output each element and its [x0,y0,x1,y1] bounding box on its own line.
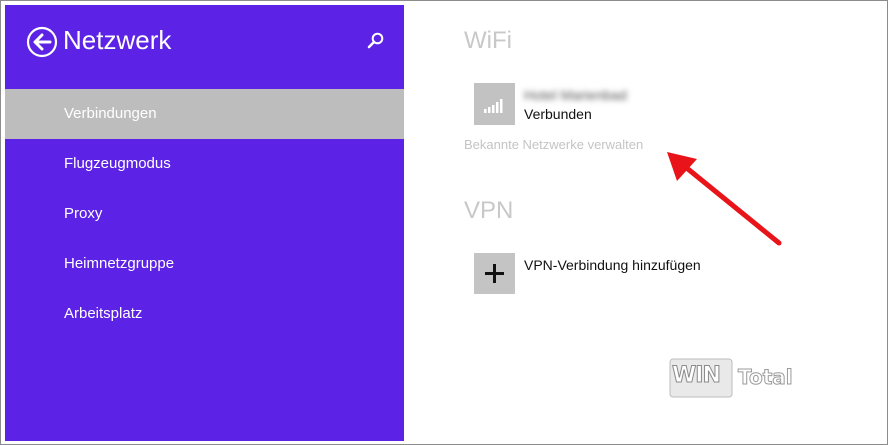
sidebar-item-proxy[interactable]: Proxy [5,189,404,239]
sidebar-item-arbeitsplatz[interactable]: Arbeitsplatz [5,289,404,339]
sidebar-item-label: Arbeitsplatz [64,305,143,322]
wifi-signal-bars-icon [484,99,503,113]
plus-icon [485,264,504,283]
watermark-total: Total [738,365,794,390]
sidebar-item-verbindungen[interactable]: Verbindungen [5,89,404,139]
sidebar-item-flugzeugmodus[interactable]: Flugzeugmodus [5,139,404,189]
sidebar-nav: Verbindungen Flugzeugmodus Proxy Heimnet… [5,89,404,339]
wintotal-watermark-logo: WIN Total [668,353,803,403]
wifi-network-status: Verbunden [524,106,592,122]
sidebar-item-label: Proxy [64,205,103,222]
vpn-section-title: VPN [464,197,514,224]
sidebar: Netzwerk Verbindungen Flugzeugmodus Prox… [5,5,404,441]
watermark-win: WIN [672,363,722,389]
wifi-section-title: WiFi [464,27,512,54]
sidebar-item-heimnetzgruppe[interactable]: Heimnetzgruppe [5,239,404,289]
main-panel: WiFi Hotel Marienbad Verbunden Bekannte … [404,5,884,441]
sidebar-title: Netzwerk [63,25,172,55]
sidebar-item-label: Flugzeugmodus [64,155,171,172]
sidebar-item-label: Heimnetzgruppe [64,255,175,272]
add-vpn-button[interactable] [474,253,515,294]
sidebar-item-label: Verbindungen [64,105,157,122]
annotation-arrow [667,152,782,246]
manage-known-networks-link[interactable]: Bekannte Netzwerke verwalten [464,137,643,152]
back-arrow-icon[interactable] [26,26,58,58]
wifi-network-tile[interactable] [474,83,515,125]
add-vpn-label[interactable]: VPN-Verbindung hinzufügen [524,257,701,273]
wifi-network-name[interactable]: Hotel Marienbad [524,87,627,103]
window-frame: Netzwerk Verbindungen Flugzeugmodus Prox… [0,0,888,445]
search-icon[interactable] [367,31,385,49]
sidebar-header: Netzwerk [5,5,404,75]
